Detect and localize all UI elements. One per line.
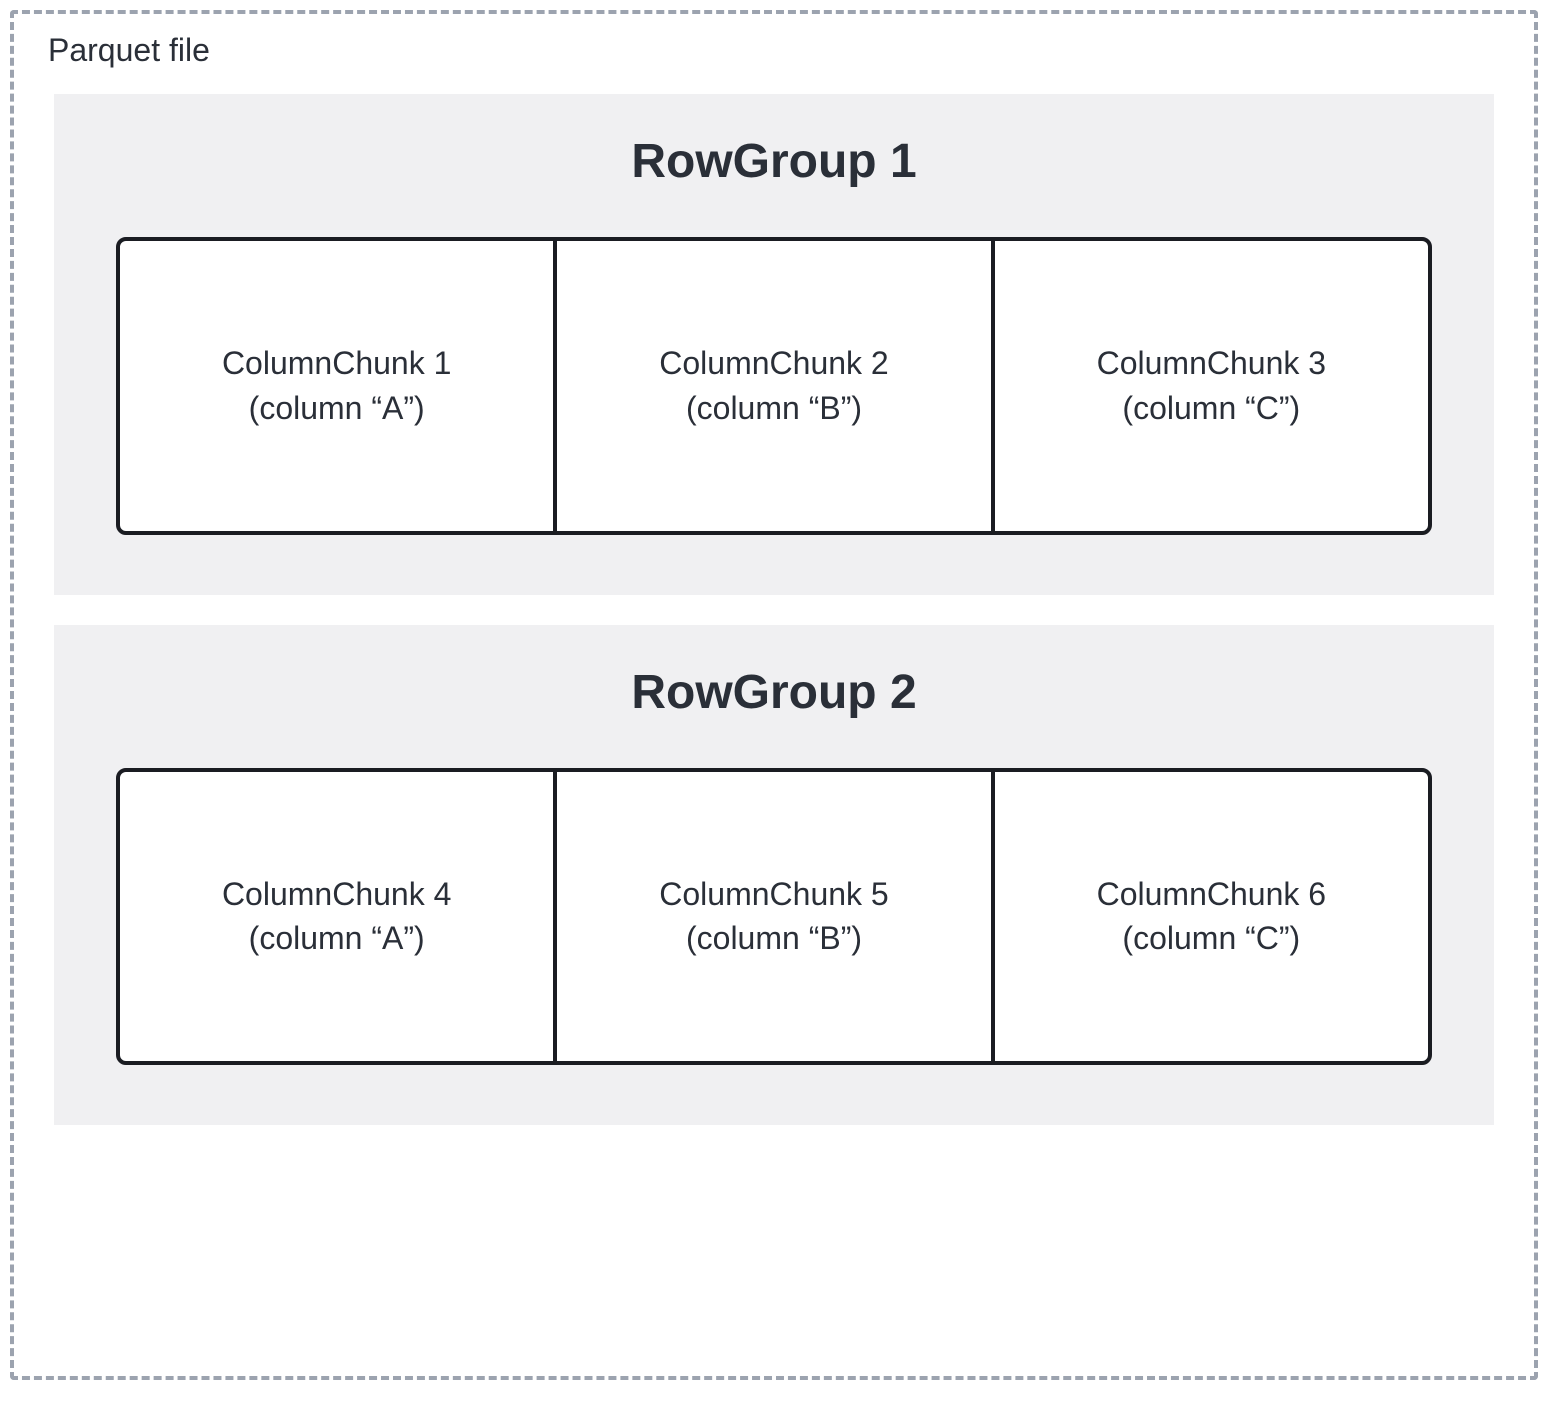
- column-chunk-1-column: (column “A”): [249, 386, 425, 431]
- column-chunk-3-column: (column “C”): [1122, 386, 1300, 431]
- column-chunk-5-column: (column “B”): [686, 916, 862, 961]
- column-chunk-4-column: (column “A”): [249, 916, 425, 961]
- row-group-2-chunks: ColumnChunk 4 (column “A”) ColumnChunk 5…: [116, 768, 1432, 1066]
- row-group-2-title: RowGroup 2: [116, 665, 1432, 720]
- column-chunk-6-name: ColumnChunk 6: [1097, 872, 1326, 917]
- column-chunk-1-name: ColumnChunk 1: [222, 341, 451, 386]
- row-groups-container: RowGroup 1 ColumnChunk 1 (column “A”) Co…: [54, 14, 1494, 1125]
- column-chunk-3-name: ColumnChunk 3: [1097, 341, 1326, 386]
- column-chunk-2-column: (column “B”): [686, 386, 862, 431]
- column-chunk-4-name: ColumnChunk 4: [222, 872, 451, 917]
- column-chunk-5: ColumnChunk 5 (column “B”): [557, 772, 994, 1062]
- parquet-file-container: Parquet file RowGroup 1 ColumnChunk 1 (c…: [10, 10, 1538, 1380]
- column-chunk-5-name: ColumnChunk 5: [659, 872, 888, 917]
- column-chunk-2: ColumnChunk 2 (column “B”): [557, 241, 994, 531]
- row-group-1-chunks: ColumnChunk 1 (column “A”) ColumnChunk 2…: [116, 237, 1432, 535]
- column-chunk-6: ColumnChunk 6 (column “C”): [995, 772, 1428, 1062]
- column-chunk-1: ColumnChunk 1 (column “A”): [120, 241, 557, 531]
- column-chunk-3: ColumnChunk 3 (column “C”): [995, 241, 1428, 531]
- column-chunk-4: ColumnChunk 4 (column “A”): [120, 772, 557, 1062]
- row-group-1: RowGroup 1 ColumnChunk 1 (column “A”) Co…: [54, 94, 1494, 595]
- parquet-file-label: Parquet file: [42, 32, 216, 69]
- column-chunk-6-column: (column “C”): [1122, 916, 1300, 961]
- row-group-2: RowGroup 2 ColumnChunk 4 (column “A”) Co…: [54, 625, 1494, 1126]
- column-chunk-2-name: ColumnChunk 2: [659, 341, 888, 386]
- row-group-1-title: RowGroup 1: [116, 134, 1432, 189]
